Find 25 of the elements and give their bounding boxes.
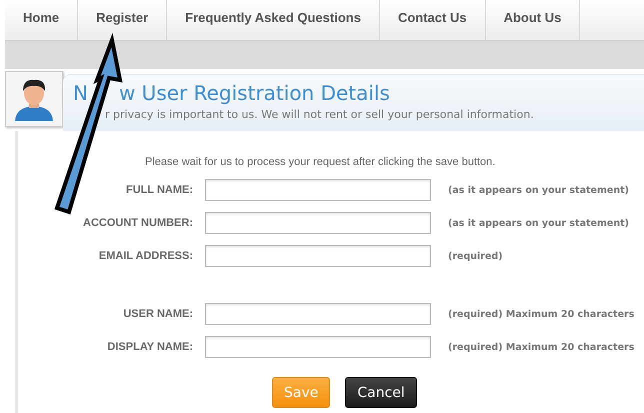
field-label: ACCOUNT NUMBER: [82, 217, 193, 229]
cancel-button[interactable]: Cancel [345, 377, 417, 408]
field-label: USER NAME: [122, 308, 193, 320]
field-hint: (required) Maximum 20 characters [448, 342, 634, 352]
field-hint: (as it appears on your statement) [448, 184, 629, 196]
field-label: FULL NAME: [124, 184, 193, 196]
nav-tab[interactable]: About Us [486, 0, 580, 40]
nav-tab[interactable]: Home [5, 0, 78, 40]
field-label: EMAIL ADDRESS: [98, 250, 193, 262]
field-hint: (required) Maximum 20 characters [448, 308, 634, 320]
nav-tab[interactable]: Contact Us [380, 0, 486, 40]
page-title: N [73, 81, 88, 105]
nav-tab[interactable]: Frequently Asked Questions [167, 0, 380, 40]
input-field[interactable] [205, 212, 431, 234]
input-field[interactable] [205, 336, 431, 358]
input-field[interactable] [205, 179, 431, 201]
page-title: w User Registration Details [118, 81, 390, 105]
field-label: DISPLAY NAME: [106, 341, 193, 353]
field-hint: (required) [448, 250, 504, 262]
subtitle: r privacy is important to us. We will not rent or sell your personal information. [105, 108, 535, 121]
input-field[interactable] [205, 245, 431, 267]
notice-text: Please wait for us to process your request after clicking the save button. [145, 156, 496, 168]
person-avatar-icon [13, 77, 55, 121]
input-field[interactable] [205, 303, 431, 325]
field-hint: (as it appears on your statement) [448, 218, 629, 228]
